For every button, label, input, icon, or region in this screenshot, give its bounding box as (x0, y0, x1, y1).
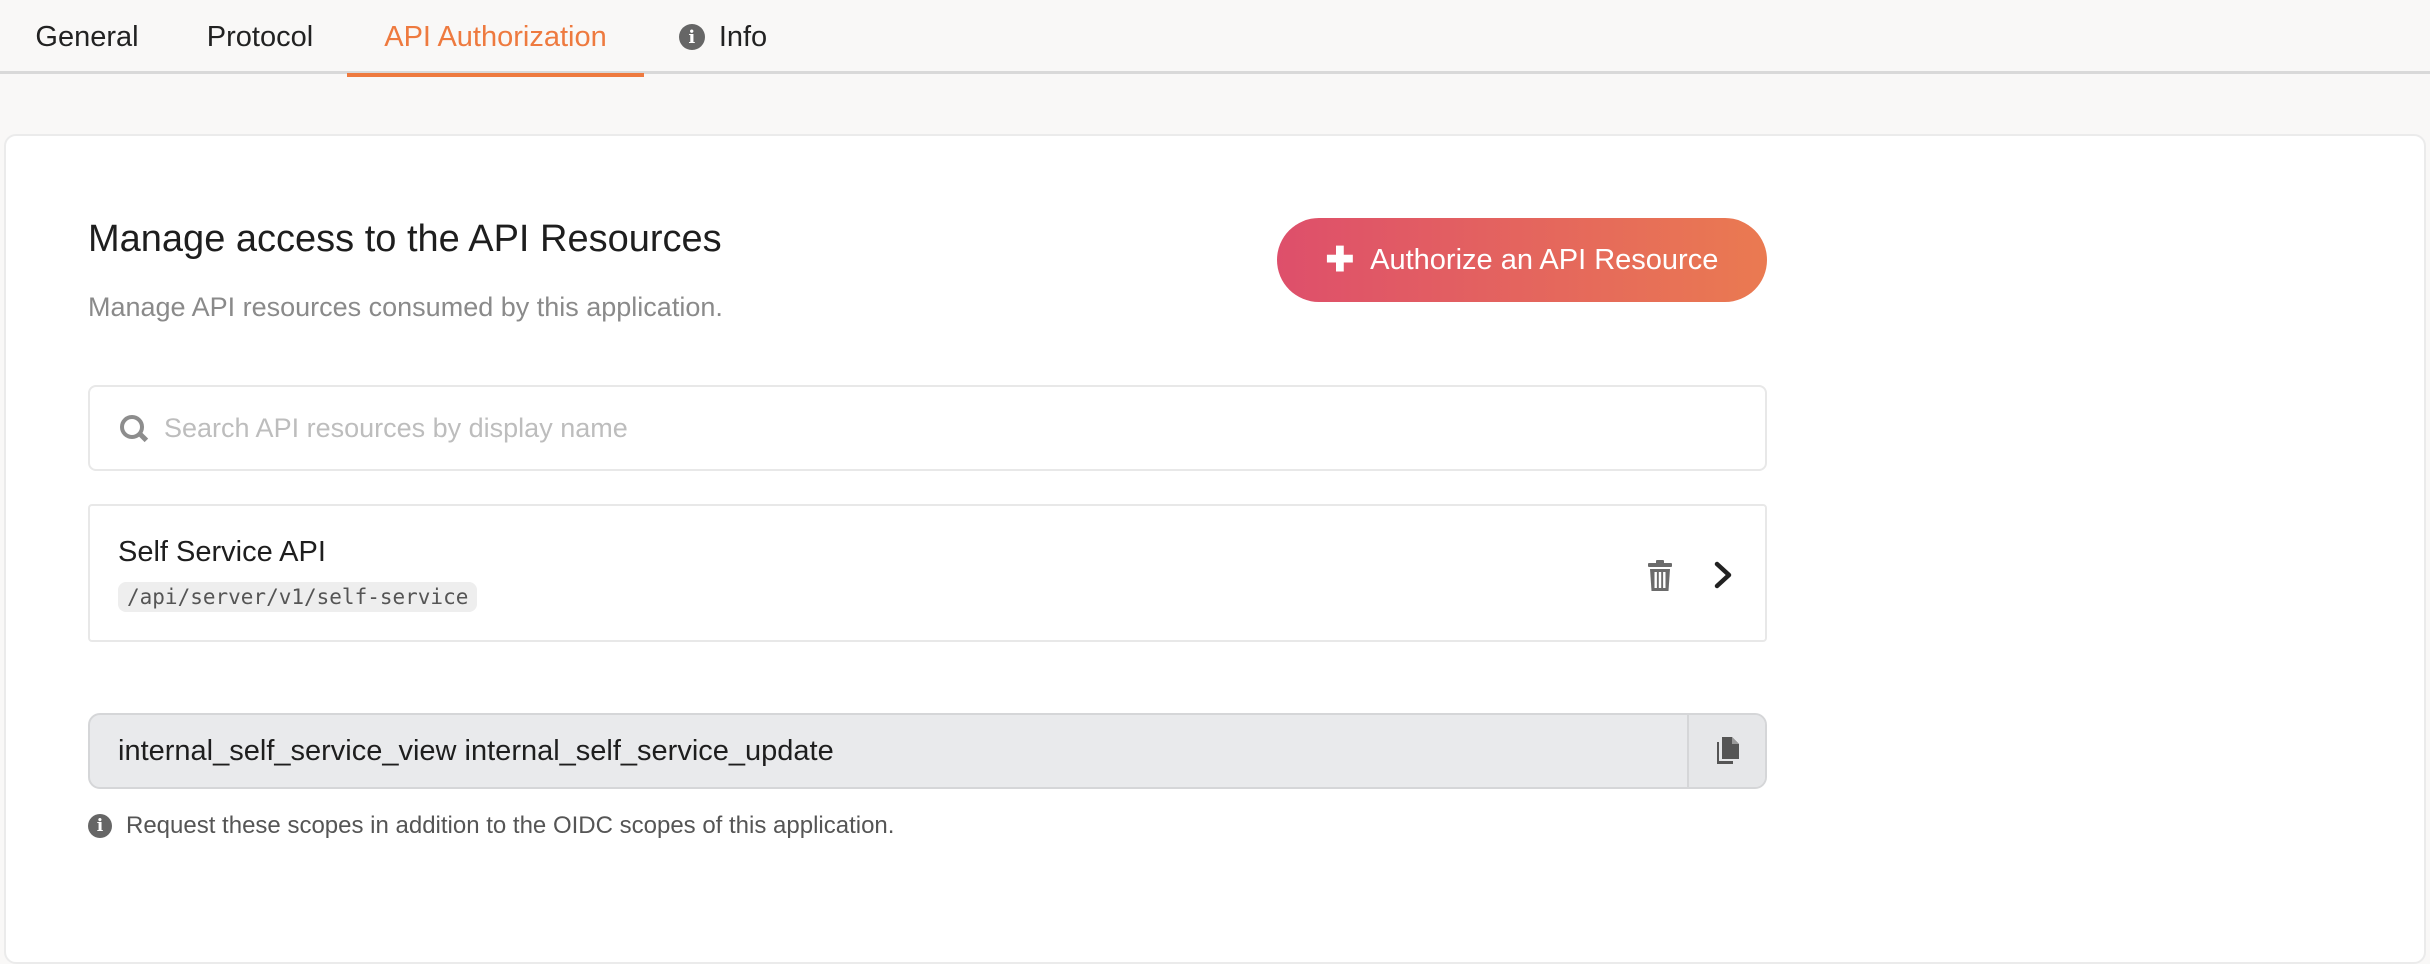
search-box (88, 385, 1767, 471)
tab-api-authorization-label: API Authorization (384, 20, 607, 53)
chevron-right-icon[interactable] (1712, 560, 1736, 590)
tab-api-authorization[interactable]: API Authorization (347, 0, 644, 77)
tab-protocol[interactable]: Protocol (180, 0, 340, 74)
tab-bar: General Protocol API Authorization i Inf… (0, 0, 2430, 77)
api-resource-identifier: /api/server/v1/self-service (118, 582, 478, 612)
copy-icon (1717, 737, 1739, 764)
search-input[interactable] (164, 412, 1765, 444)
trash-icon[interactable] (1646, 560, 1674, 592)
tab-info[interactable]: i Info (668, 0, 778, 74)
api-resource-name: Self Service API (118, 536, 326, 568)
tab-general-label: General (35, 20, 139, 53)
scopes-field: internal_self_service_view internal_self… (88, 713, 1767, 789)
authorize-api-resource-button[interactable]: ✚ Authorize an API Resource (1277, 218, 1767, 302)
tab-info-label: Info (718, 20, 768, 53)
tab-general[interactable]: General (14, 0, 160, 74)
section-title: Manage access to the API Resources (88, 218, 722, 260)
scopes-hint-text: Request these scopes in addition to the … (126, 812, 895, 839)
info-icon: i (678, 24, 705, 50)
tab-protocol-label: Protocol (206, 20, 314, 53)
authorize-api-resource-button-label: Authorize an API Resource (1370, 243, 1719, 276)
plus-icon: ✚ (1325, 241, 1355, 279)
info-icon: i (88, 814, 112, 838)
scopes-hint: i Request these scopes in addition to th… (88, 812, 894, 840)
copy-button[interactable] (1687, 715, 1765, 787)
scopes-value[interactable]: internal_self_service_view internal_self… (118, 735, 1687, 768)
api-resource-item[interactable]: Self Service API /api/server/v1/self-ser… (88, 504, 1767, 642)
search-icon (118, 413, 148, 443)
section-subtitle: Manage API resources consumed by this ap… (88, 292, 723, 322)
